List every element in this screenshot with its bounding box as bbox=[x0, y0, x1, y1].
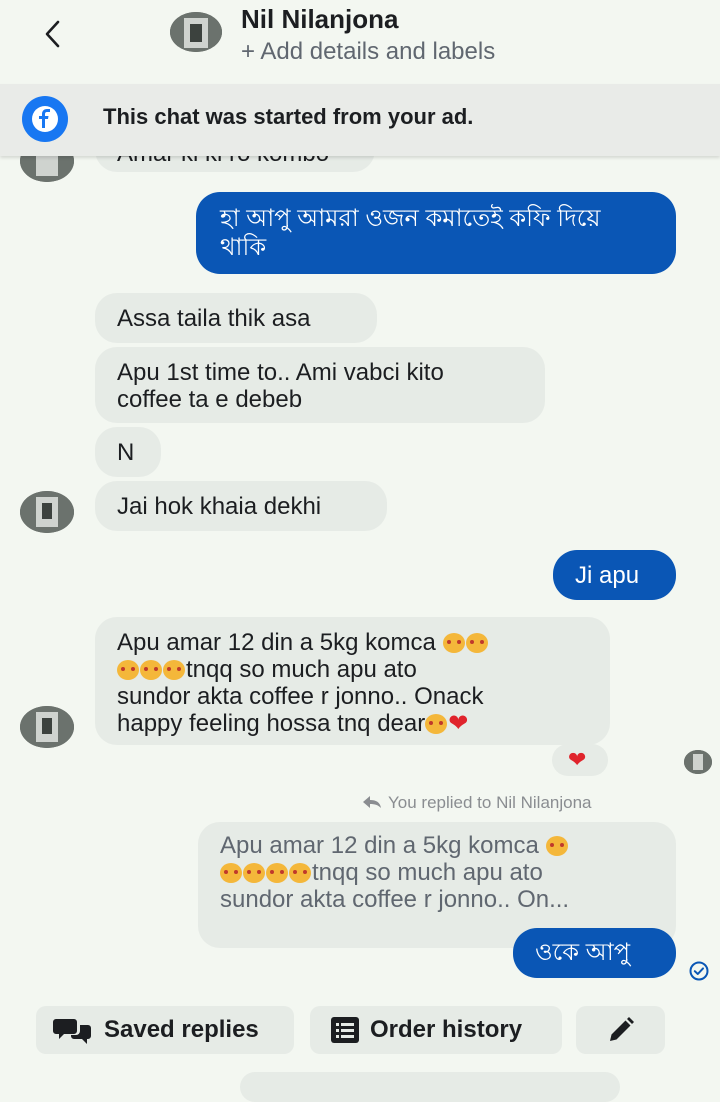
message-bubble-incoming[interactable]: N bbox=[95, 427, 161, 477]
message-bubble-incoming[interactable]: Apu amar 12 din a 5kg komca tnqq so much… bbox=[95, 617, 610, 745]
sender-avatar bbox=[20, 491, 74, 533]
message-text: Ji apu bbox=[575, 562, 640, 589]
smiling-face-with-hearts-icon bbox=[140, 660, 162, 680]
contact-avatar[interactable] bbox=[170, 12, 222, 52]
message-text: Assa taila thik asa bbox=[117, 305, 311, 332]
message-composer[interactable] bbox=[240, 1072, 620, 1102]
smiling-face-with-hearts-icon bbox=[442, 633, 465, 653]
facebook-icon bbox=[22, 96, 68, 142]
order-history-button[interactable]: Order history bbox=[310, 1006, 562, 1054]
ad-banner-text: This chat was started from your ad. bbox=[103, 104, 474, 129]
reply-context: You replied to Nil Nilanjona bbox=[362, 793, 592, 813]
message-text-line: happy feeling hossa tnq dear bbox=[117, 710, 426, 737]
quote-text-line: tnqq so much apu ato bbox=[312, 859, 543, 886]
smiling-face-with-hearts-icon bbox=[117, 660, 139, 680]
seen-avatar bbox=[684, 750, 712, 774]
message-bubble-incoming[interactable]: Apu 1st time to.. Ami vabci kito coffee … bbox=[95, 347, 545, 423]
back-button[interactable] bbox=[38, 16, 70, 52]
chat-header: Nil Nilanjona + Add details and labels bbox=[0, 0, 720, 84]
chevron-left-icon bbox=[45, 20, 60, 48]
list-document-icon bbox=[331, 1017, 359, 1043]
edit-button[interactable] bbox=[576, 1006, 665, 1054]
message-bubble-outgoing[interactable]: Ji apu bbox=[553, 550, 676, 600]
add-details-link[interactable]: + Add details and labels bbox=[241, 38, 495, 66]
quote-text-line: Apu amar 12 din a 5kg komca bbox=[220, 832, 539, 859]
message-text: হা আপু আমরা ওজন কমাতেই কফি দিয়ে থাকি bbox=[220, 205, 601, 261]
message-reaction[interactable]: ❤ bbox=[552, 744, 608, 776]
saved-replies-button[interactable]: Saved replies bbox=[36, 1006, 294, 1054]
message-text-line: sundor akta coffee r jonno.. Onack bbox=[117, 683, 484, 710]
smiling-face-with-hearts-icon bbox=[425, 714, 448, 734]
smiling-face-with-hearts-icon bbox=[266, 863, 288, 883]
message-text-line: Apu 1st time to.. Ami vabci kito bbox=[117, 359, 444, 386]
message-text: Jai hok khaia dekhi bbox=[117, 493, 322, 520]
message-text-line: Apu amar 12 din a 5kg komca bbox=[117, 629, 436, 656]
smiling-face-with-hearts-icon bbox=[289, 863, 311, 883]
saved-replies-label: Saved replies bbox=[104, 1016, 259, 1043]
contact-name[interactable]: Nil Nilanjona bbox=[241, 4, 398, 35]
heart-icon: ❤ bbox=[448, 710, 469, 737]
message-bubble-incoming[interactable]: Jai hok khaia dekhi bbox=[95, 481, 387, 531]
smiling-face-with-hearts-icon bbox=[243, 863, 265, 883]
ad-banner: This chat was started from your ad. bbox=[0, 84, 720, 156]
message-text: N bbox=[117, 439, 135, 466]
message-text: ওকে আপু bbox=[535, 939, 631, 966]
check-circle-icon bbox=[688, 960, 710, 987]
heart-reaction-icon: ❤ bbox=[568, 747, 587, 772]
message-bubble-outgoing[interactable]: ওকে আপু bbox=[513, 928, 676, 978]
smiling-face-with-hearts-icon bbox=[163, 660, 185, 680]
reply-context-text: You replied to Nil Nilanjona bbox=[388, 793, 592, 812]
message-bubble-incoming[interactable]: Assa taila thik asa bbox=[95, 293, 377, 343]
smiling-face-with-hearts-icon bbox=[220, 863, 242, 883]
chat-bubbles-icon bbox=[53, 1019, 91, 1044]
quote-text-line: sundor akta coffee r jonno.. On... bbox=[220, 886, 570, 913]
order-history-label: Order history bbox=[370, 1016, 523, 1043]
message-bubble-outgoing[interactable]: হা আপু আমরা ওজন কমাতেই কফি দিয়ে থাকি bbox=[196, 192, 676, 274]
message-text-line: coffee ta e debeb bbox=[117, 386, 303, 413]
reply-arrow-icon bbox=[363, 796, 381, 808]
message-text-line: tnqq so much apu ato bbox=[186, 656, 417, 683]
sender-avatar bbox=[20, 706, 74, 748]
smiling-face-with-hearts-icon bbox=[545, 836, 568, 856]
smiling-face-with-hearts-icon bbox=[465, 633, 488, 653]
pencil-icon bbox=[609, 1017, 634, 1041]
